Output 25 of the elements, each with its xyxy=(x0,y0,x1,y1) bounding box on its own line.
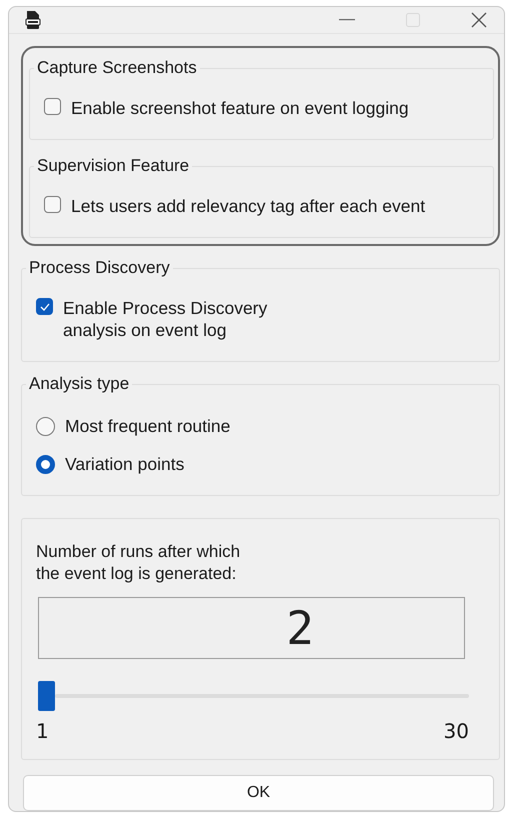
slider-thumb[interactable] xyxy=(38,681,55,711)
number-display: 2 xyxy=(38,597,465,659)
group-title: Analysis type xyxy=(26,374,132,394)
check-icon xyxy=(40,302,50,310)
checkbox-label: Enable screenshot feature on event logging xyxy=(71,97,409,119)
checkbox[interactable] xyxy=(36,298,53,315)
max-label: 30 xyxy=(444,719,469,743)
close-icon xyxy=(471,12,487,28)
group-title: Process Discovery xyxy=(26,258,173,278)
log-file-icon xyxy=(25,10,41,30)
radio-label: Variation points xyxy=(65,453,184,475)
checkbox[interactable] xyxy=(44,196,61,213)
ok-button[interactable]: OK xyxy=(23,775,494,811)
group-title: Capture Screenshots xyxy=(34,58,200,78)
group-title: Supervision Feature xyxy=(34,156,192,176)
radio-button[interactable] xyxy=(36,454,55,474)
radio-label: Most frequent routine xyxy=(65,415,230,437)
checkbox-label: Lets users add relevancy tag after each event xyxy=(71,195,426,217)
maximize-icon xyxy=(406,13,420,27)
field-label: Number of runs after which the event log is generated: xyxy=(36,541,242,585)
minimize-icon xyxy=(339,19,355,21)
checkbox[interactable] xyxy=(44,98,61,115)
checkbox-label: Enable Process Discovery analysis on event log xyxy=(63,297,268,341)
radio-button[interactable] xyxy=(36,416,55,436)
min-label: 1 xyxy=(36,719,49,743)
